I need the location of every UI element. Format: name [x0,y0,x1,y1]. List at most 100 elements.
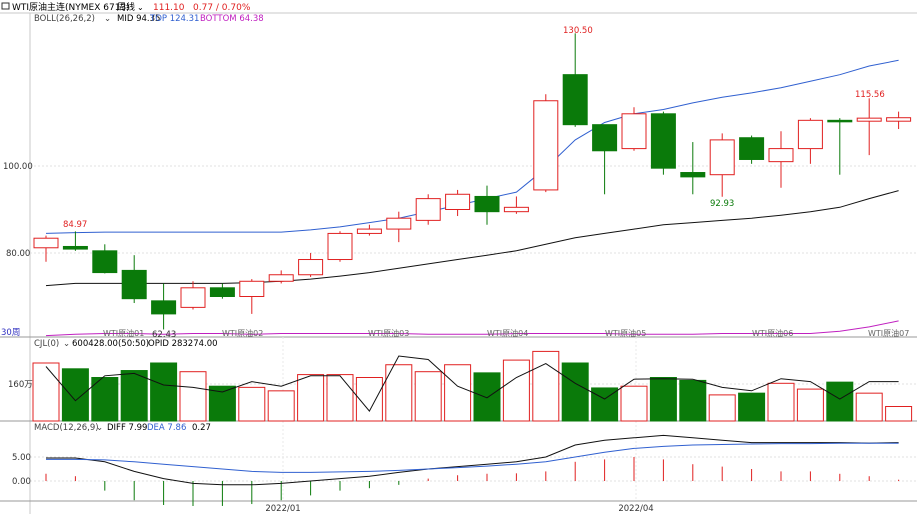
macd-legend: MACD(12,26,9) ⌄ DIFF 7.99 DEA 7.86 0.27 [34,423,211,433]
volume-bar[interactable] [649,377,677,422]
x-label-2022-04: 2022/04 [618,504,653,514]
candle-body[interactable] [886,117,912,122]
boll-bottom-label: BOTTOM 64.38 [200,14,264,24]
candle-body[interactable] [151,300,177,315]
cjl-label[interactable]: CJL(0) [34,339,59,349]
contract-label-07: WTI原油07 [868,328,909,338]
volume-bar[interactable] [444,364,472,422]
volume-bar[interactable] [120,370,148,422]
x-label-2022-01: 2022/01 [265,504,300,514]
symbol-label[interactable]: WTI原油主连(NYMEX 6713) [12,1,130,13]
volume-bar[interactable] [767,382,795,422]
candle-body[interactable] [268,274,294,282]
volume-bar[interactable] [502,359,530,422]
annotation-high-115-56: 115.56 [855,90,885,100]
boll-top-label: TOP 124.31 [149,14,199,24]
volume-bar[interactable] [796,388,824,422]
macd-label[interactable]: MACD(12,26,9) [34,423,99,433]
chevron-down-icon[interactable]: ⌄ [137,3,144,12]
cjl-chevron-icon[interactable]: ⌄ [63,339,70,349]
chart-background [0,0,917,514]
period-marker: 30周 [1,328,20,338]
candle-body[interactable] [827,119,853,123]
contract-label-02: WTI原油02 [222,328,263,338]
candle-body[interactable] [797,119,823,150]
candle-body[interactable] [415,198,441,221]
macd-value-label: 0.27 [192,423,211,433]
boll-mid-value: ⌄ [104,14,111,24]
candle-body[interactable] [739,137,765,160]
contract-labels: WTI原油01 WTI原油02 WTI原油03 WTI原油04 WTI原油05 … [103,328,909,338]
candle-body[interactable] [62,245,88,250]
candle-body[interactable] [474,195,500,213]
futures-chart[interactable]: WTI原油主连(NYMEX 6713) 周线 ⌄ 111.10 0.77 / 0… [0,0,917,514]
boll-legend: BOLL(26,26,2) ⌄ MID 94.35 TOP 124.31 BOT… [34,14,264,24]
contract-label-05: WTI原油05 [605,328,646,338]
macd-dea-label: DEA 7.86 [147,423,186,433]
volume-bar[interactable] [297,374,325,422]
y-tick-100: 100.00 [3,162,33,172]
annotation-high-130-50: 130.50 [563,26,593,36]
macd-chevron-icon[interactable]: ⌄ [96,423,103,433]
volume-bar[interactable] [620,385,648,422]
candle-body[interactable] [562,74,588,126]
candle-body[interactable] [33,237,59,249]
contract-label-01: WTI原油01 [103,328,144,338]
volume-bar[interactable] [561,362,589,422]
cjl-opid-label: OPID 283274.00 [148,339,218,349]
candle-body[interactable] [356,228,382,234]
candle-body[interactable] [503,206,529,213]
boll-label[interactable]: BOLL(26,26,2) [34,14,95,24]
volume-bar[interactable] [885,406,913,422]
volume-axis-label: 160万 [8,380,33,390]
candle-body[interactable] [768,148,794,163]
contract-label-03: WTI原油03 [368,328,409,338]
price-change: 0.77 / 0.70% [193,3,251,13]
volume-bar[interactable] [473,372,501,422]
cjl-volume-label: 600428.00(50:50) [72,339,149,349]
candle-body[interactable] [121,269,147,300]
candle-body[interactable] [533,100,559,191]
annotation-low-92-93: 92.93 [710,199,734,209]
candle-body[interactable] [856,117,882,122]
volume-bar[interactable] [738,392,766,422]
volume-bar[interactable] [414,371,442,422]
candle-body[interactable] [209,287,235,297]
volume-bar[interactable] [179,371,207,422]
candle-body[interactable] [592,124,618,152]
volume-bar[interactable] [679,379,707,422]
volume-bar[interactable] [267,390,295,422]
candle-body[interactable] [709,139,735,176]
candle-body[interactable] [239,280,265,297]
macd-tick-5: 5.00 [12,453,31,463]
candle-body[interactable] [650,113,676,169]
macd-diff-label: DIFF 7.99 [107,423,147,433]
volume-bar[interactable] [238,386,266,422]
volume-bar[interactable] [150,362,178,422]
candle-body[interactable] [680,172,706,178]
contract-label-04: WTI原油04 [487,328,528,338]
volume-bar[interactable] [208,385,236,422]
volume-bar[interactable] [708,394,736,422]
header-bar: WTI原油主连(NYMEX 6713) 周线 ⌄ 111.10 0.77 / 0… [1,1,251,13]
candle-body[interactable] [92,250,118,274]
volume-bar[interactable] [532,350,560,422]
volume-bar[interactable] [32,362,60,422]
volume-bar[interactable] [855,392,883,422]
contract-label-06: WTI原油06 [752,328,793,338]
volume-bar[interactable] [355,377,383,422]
volume-bar[interactable] [61,368,89,422]
volume-bar[interactable] [826,381,854,422]
period-select[interactable]: 周线 [117,1,135,13]
y-tick-80: 80.00 [6,249,30,259]
candle-body[interactable] [298,259,324,276]
annotation-high-84-97: 84.97 [63,220,87,230]
candle-body[interactable] [327,232,353,261]
volume-bar[interactable] [326,374,354,422]
candle-body[interactable] [180,287,206,308]
candle-body[interactable] [445,193,471,210]
candle-body[interactable] [621,113,647,150]
last-price: 111.10 [153,3,185,13]
macd-tick-0: 0.00 [12,477,31,487]
candle-body[interactable] [386,217,412,230]
